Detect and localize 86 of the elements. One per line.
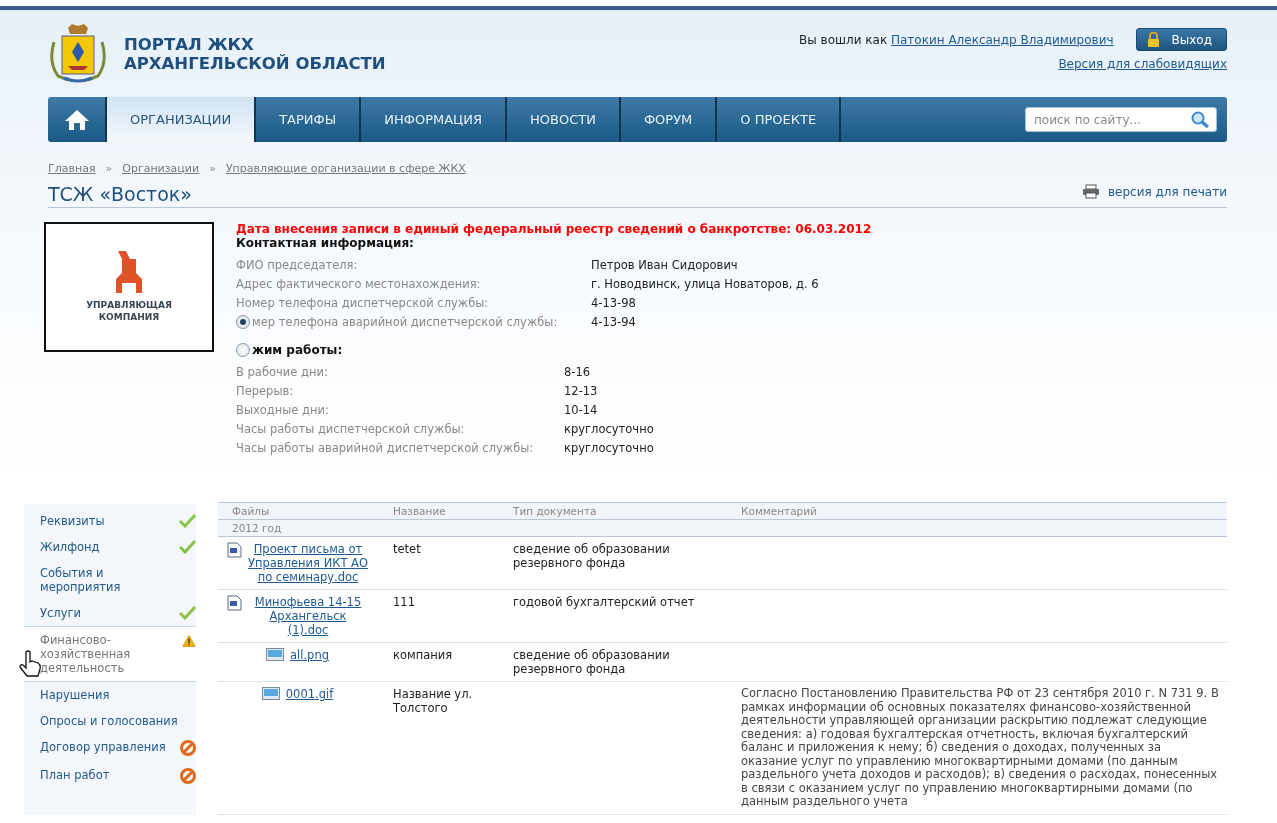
check-icon [179,540,196,554]
logo-caption: КОМПАНИЯ [97,311,161,323]
nav-tab[interactable]: ОРГАНИЗАЦИИ [107,97,257,142]
logged-in-label: Вы вошли как [799,32,888,47]
field-value: круглосуточно [564,441,655,455]
home-icon[interactable] [63,108,90,131]
sidebar-item[interactable]: События и мероприятия [24,560,196,600]
portal-title: ПОРТАЛ ЖКХ [124,34,255,54]
field-value: 8-16 [564,365,592,379]
sidebar-item[interactable]: Опросы и голосования [24,708,196,734]
nav-tab[interactable]: О ПРОЕКТЕ [717,97,842,142]
radio-button[interactable] [236,315,250,329]
sidebar-item[interactable]: Услуги [24,600,196,626]
wrench-logo-icon [116,251,142,293]
table-cell: Согласно Постановлению Правительства РФ от 23 сентября 2010 г. N 731 9. В рамках информации об основных показателях финансово-хозяйственной деятельности управляющей организации раскрытию подлежат следующие сведения: а) годовая бухгалтерская отчетность, включая бухгалтерский баланс и приложения к нему; б) сведения о доходах, полученных за оказание услуг по управлению многоквартирными домами (по данным раздельного учета доходов и расходов); в) сведения о расходах, понесенных в связи с оказанием услуг по управлению многоквартирными домами (по данным раздельного учета [741,686,1219,808]
file-link[interactable]: all.png [290,648,329,662]
field-label: Адрес фактического местонахождения: [236,277,481,291]
section-heading: Контактная информация: [236,236,415,250]
field-value: 10-14 [564,403,599,417]
accessibility-link[interactable]: Версия для слабовидящих [1058,57,1227,71]
padlock-icon [1146,32,1160,47]
image-file-icon [266,648,284,661]
portal-title: АРХАНГЕЛЬСКОЙ ОБЛАСТИ [124,53,386,73]
logo-caption: УПРАВЛЯЮЩАЯ [86,299,172,311]
printer-icon [1082,184,1101,199]
column-header: Тип документа [499,502,727,520]
field-label: мер телефона аварийной диспетчерской службы: [252,315,558,329]
field-label: Часы работы диспетчерской службы: [236,422,465,436]
field-value: круглосуточно [564,422,655,436]
file-link[interactable]: 0001.gif [285,687,334,701]
field-value: г. Новодвинск, улица Новаторов, д. 6 [591,277,820,291]
user-name-link[interactable]: Патокин Александр Владимирович [890,32,1114,47]
column-header: Название [379,502,499,520]
column-header: Файлы [218,502,379,520]
nav-tab[interactable]: ТАРИФЫ [256,97,362,142]
field-value: 4-13-94 [591,315,637,329]
check-icon [179,606,196,620]
sidebar-item[interactable]: Финансово-хозяйственная деятельность [24,626,196,682]
field-label: Перерыв: [236,384,294,398]
prohibited-icon [180,768,196,784]
field-label: Часы работы аварийной диспетчерской службы: [236,441,534,455]
page-title: ТСЖ «Восток» [48,183,192,205]
warning-icon [182,633,196,649]
nav-tab[interactable]: ИНФОРМАЦИЯ [361,97,507,142]
radio-button[interactable] [236,343,250,357]
bankruptcy-notice: Дата внесения записи в единый федеральный реестр сведений о банкротстве: 06.03.2012 [236,222,873,236]
table-cell: сведение об образовании резервного фонда [513,542,670,570]
sidebar-item[interactable]: Договор управления [24,734,196,762]
prohibited-icon [180,740,196,756]
field-value: Петров Иван Сидорович [591,258,739,272]
breadcrumb-link[interactable]: Главная [48,162,96,175]
column-header: Комментарий [727,502,1227,520]
sidebar-item[interactable]: План работ [24,762,196,790]
nav-tab[interactable]: ФОРУМ [620,97,718,142]
field-label: Выходные дни: [236,403,329,417]
breadcrumb-separator: » [105,162,113,175]
field-label: В рабочие дни: [236,365,328,379]
breadcrumb-link[interactable]: Организации [122,162,200,175]
search-box[interactable]: поиск по сайту... [1025,107,1217,132]
field-value: 12-13 [564,384,599,398]
print-version-link[interactable]: версия для печати [1108,184,1227,199]
logout-button[interactable]: Выход [1135,28,1227,51]
document-icon [227,542,242,558]
table-cell: годовой бухгалтерский отчет [513,595,695,609]
sidebar-item[interactable]: Реквизиты [24,508,196,534]
sidebar-item[interactable]: Нарушения [24,682,196,708]
field-label: ФИО председателя: [236,258,358,272]
breadcrumb-link[interactable]: Управляющие организации в сфере ЖКХ [225,162,466,175]
section-heading: жим работы: [252,343,343,357]
table-cell: компания [393,648,453,662]
table-cell: Название ул. Толстого [393,687,473,715]
nav-tab[interactable]: НОВОСТИ [506,97,621,142]
table-cell: 111 [393,595,415,609]
breadcrumb-separator: » [209,162,216,175]
sidebar-item[interactable]: Жилфонд [24,534,196,560]
search-icon[interactable] [1190,110,1210,129]
file-link[interactable]: Минофьева 14-15 Архангельск (1).doc [248,595,368,637]
table-cell: tetet [393,542,421,556]
field-label: Номер телефона диспетчерской службы: [236,296,489,310]
check-icon [179,514,196,528]
file-link[interactable]: Проект письма от Управления ИКТ АО по семинару.doc [248,542,368,584]
field-value: 4-13-98 [591,296,637,310]
document-icon [227,595,242,611]
hand-cursor-icon [18,650,42,678]
table-cell: сведение об образовании резервного фонда [513,648,670,676]
image-file-icon [261,687,280,700]
